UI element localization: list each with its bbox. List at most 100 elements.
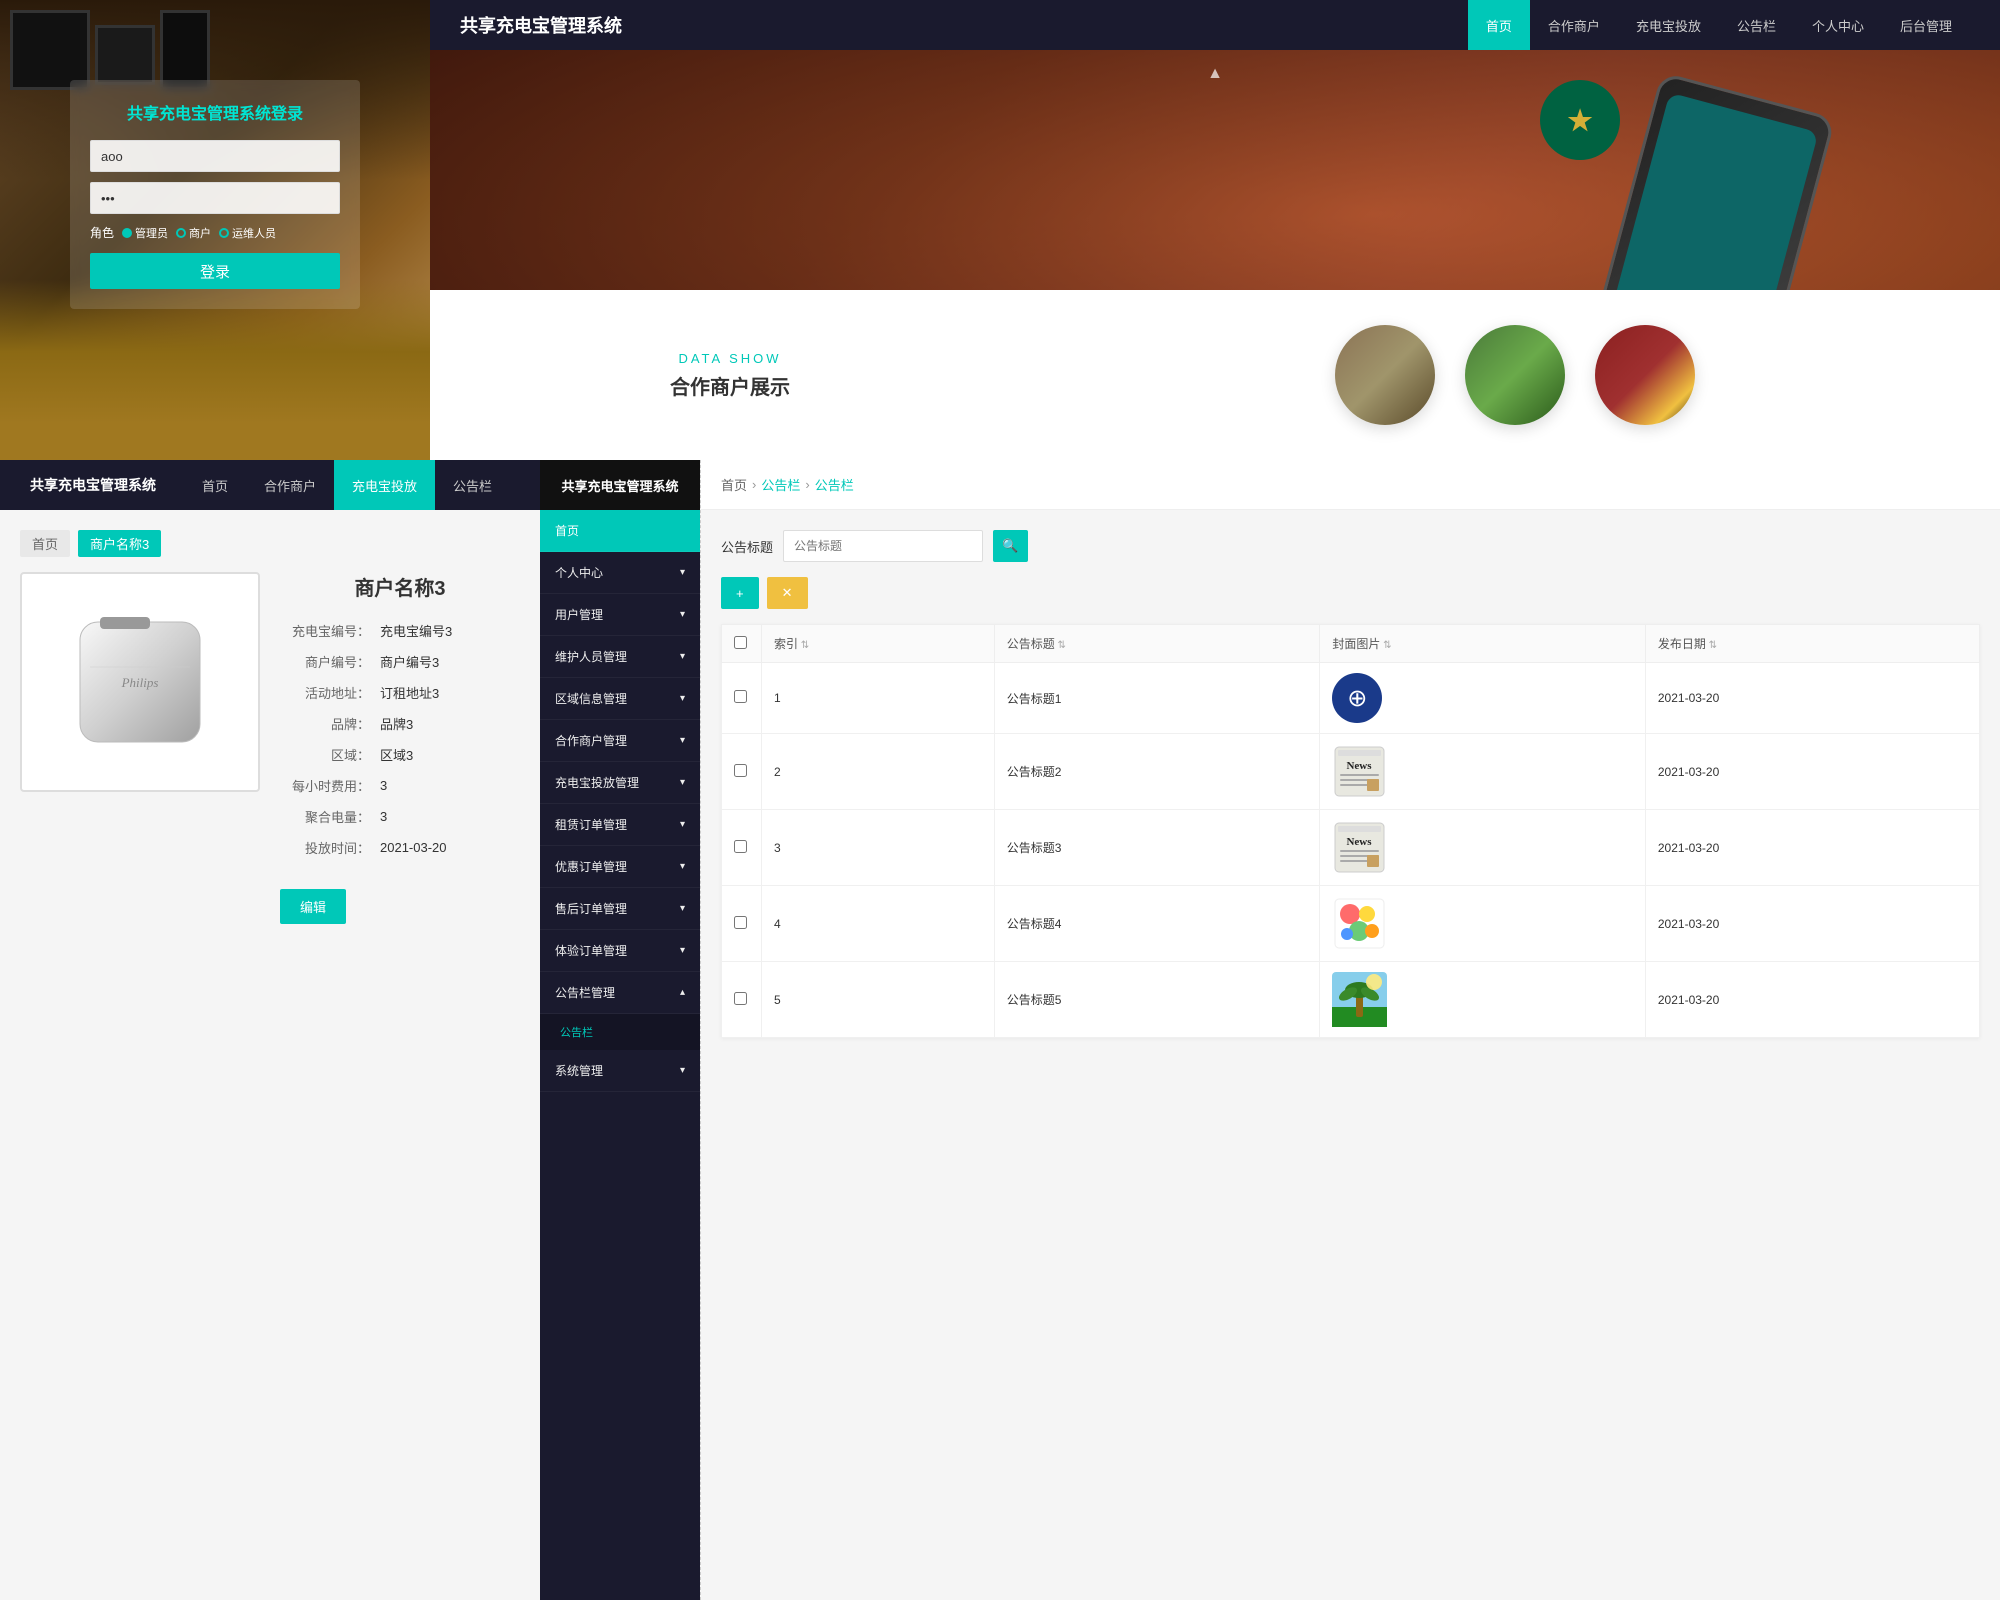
sidebar-sub-bulletin[interactable]: 公告栏 — [540, 1014, 700, 1050]
login-panel: 共享充电宝管理系统登录 角色 管理员 商户 运维人员 — [0, 0, 430, 460]
row-2-title: 公告标题2 — [994, 734, 1320, 810]
info-row-8: 投放时间： 2021-03-20 — [280, 838, 520, 857]
breadcrumb-merchant: 商户名称3 — [78, 530, 161, 557]
merchant-circle-2[interactable] — [1465, 325, 1565, 425]
sidebar-item-home[interactable]: 首页 — [540, 510, 700, 552]
sidebar-item-rental[interactable]: 租赁订单管理 — [540, 804, 700, 846]
charger-nav-charger[interactable]: 充电宝投放 — [334, 460, 435, 510]
row-1-title: 公告标题1 — [994, 663, 1320, 734]
filter-input[interactable] — [783, 530, 983, 562]
table-row: 2 公告标题2 News — [722, 734, 1980, 810]
username-input[interactable] — [90, 140, 340, 172]
charger-image: Philips — [50, 602, 230, 762]
news-thumb-svg-3: News — [1332, 820, 1387, 875]
info-value-mid: 商户编号3 — [380, 652, 439, 671]
nav-profile[interactable]: 个人中心 — [1794, 0, 1882, 50]
login-button[interactable]: 登录 — [90, 253, 340, 289]
charger-nav-home[interactable]: 首页 — [184, 460, 246, 510]
data-show-section: DATA SHOW 合作商户展示 — [430, 290, 2000, 460]
row-5-checkbox[interactable] — [734, 992, 747, 1005]
edit-button[interactable]: 编辑 — [280, 889, 346, 924]
row-5-date: 2021-03-20 — [1645, 962, 1979, 1038]
info-row-2: 商户编号： 商户编号3 — [280, 652, 520, 671]
starbucks-logo: ★ — [1540, 80, 1620, 160]
delete-button[interactable]: ✕ — [767, 577, 808, 609]
sidebar-item-area[interactable]: 区域信息管理 — [540, 678, 700, 720]
sidebar-item-trial[interactable]: 体验订单管理 — [540, 930, 700, 972]
add-button[interactable]: + — [721, 577, 759, 609]
row-2-index: 2 — [762, 734, 995, 810]
info-value-capacity: 3 — [380, 809, 387, 824]
row-2-thumb: News — [1320, 734, 1646, 810]
thumb-globe-1 — [1332, 673, 1382, 723]
th-thumbnail: 封面图片 — [1320, 625, 1646, 663]
password-input[interactable] — [90, 182, 340, 214]
data-show-title: 合作商户展示 — [450, 371, 1010, 400]
row-4-title: 公告标题4 — [994, 886, 1320, 962]
th-index: 索引 — [762, 625, 995, 663]
admin-content-header: 首页 › 公告栏 › 公告栏 — [701, 460, 2000, 510]
site-nav: 首页 合作商户 充电宝投放 公告栏 个人中心 后台管理 — [1468, 0, 1970, 50]
role-merchant[interactable]: 商户 — [176, 225, 211, 241]
row-4-checkbox[interactable] — [734, 916, 747, 929]
row-3-checkbox[interactable] — [734, 840, 747, 853]
nav-admin[interactable]: 后台管理 — [1882, 0, 1970, 50]
sidebar-item-charger-mgmt[interactable]: 充电宝投放管理 — [540, 762, 700, 804]
breadcrumb-home[interactable]: 首页 — [20, 530, 70, 557]
sidebar-item-users[interactable]: 用户管理 — [540, 594, 700, 636]
sidebar-item-bulletin-mgmt[interactable]: 公告栏管理 — [540, 972, 700, 1014]
info-row-3: 活动地址： 订租地址3 — [280, 683, 520, 702]
sidebar-item-profile[interactable]: 个人中心 — [540, 552, 700, 594]
role-ops-label: 运维人员 — [232, 225, 276, 241]
info-label-id: 充电宝编号： — [280, 621, 370, 640]
action-row: + ✕ — [721, 577, 1980, 609]
info-value-area: 区域3 — [380, 745, 413, 764]
row-2-checkbox[interactable] — [734, 764, 747, 777]
charger-nav-merchants[interactable]: 合作商户 — [246, 460, 334, 510]
info-row-5: 区域： 区域3 — [280, 745, 520, 764]
info-label-brand: 品牌： — [280, 714, 370, 733]
merchant-circle-3[interactable] — [1595, 325, 1695, 425]
radio-admin-dot — [122, 228, 132, 238]
charger-nav-bulletin[interactable]: 公告栏 — [435, 460, 510, 510]
nav-home[interactable]: 首页 — [1468, 0, 1530, 50]
svg-text:Philips: Philips — [121, 675, 159, 690]
row-1-checkbox[interactable] — [734, 690, 747, 703]
row-4-date: 2021-03-20 — [1645, 886, 1979, 962]
role-ops[interactable]: 运维人员 — [219, 225, 276, 241]
data-show-subtitle: DATA SHOW — [450, 351, 1010, 366]
table-row: 4 公告标题4 — [722, 886, 1980, 962]
sidebar-item-system[interactable]: 系统管理 — [540, 1050, 700, 1092]
filter-search-button[interactable]: 🔍 — [993, 530, 1028, 562]
news-thumb-svg-2: News — [1332, 744, 1387, 799]
row-4-index: 4 — [762, 886, 995, 962]
row-4-thumb — [1320, 886, 1646, 962]
role-admin[interactable]: 管理员 — [122, 225, 168, 241]
row-3-date: 2021-03-20 — [1645, 810, 1979, 886]
charger-image-box: Philips — [20, 572, 260, 792]
sidebar-item-ops[interactable]: 维护人员管理 — [540, 636, 700, 678]
info-value-brand: 品牌3 — [380, 714, 413, 733]
info-value-addr: 订租地址3 — [380, 683, 439, 702]
nav-merchants[interactable]: 合作商户 — [1530, 0, 1618, 50]
select-all-checkbox[interactable] — [734, 636, 747, 649]
admin-sidebar: 共享充电宝管理系统 首页 个人中心 用户管理 维护人员管理 区域信息管理 合作商… — [540, 460, 700, 1600]
merchant-circle-1[interactable] — [1335, 325, 1435, 425]
sidebar-item-aftersale[interactable]: 售后订单管理 — [540, 888, 700, 930]
sidebar-item-merchants[interactable]: 合作商户管理 — [540, 720, 700, 762]
hero-arrow-up[interactable]: ▲ — [1207, 65, 1223, 83]
sidebar-logo: 共享充电宝管理系统 — [540, 460, 700, 510]
role-merchant-label: 商户 — [189, 225, 211, 241]
nav-bulletin[interactable]: 公告栏 — [1719, 0, 1794, 50]
charger-info: 商户名称3 充电宝编号： 充电宝编号3 商户编号： 商户编号3 活动地址： 订租… — [280, 572, 520, 924]
sidebar-menu: 首页 个人中心 用户管理 维护人员管理 区域信息管理 合作商户管理 充电宝投放管… — [540, 510, 700, 1092]
login-title: 共享充电宝管理系统登录 — [90, 100, 340, 124]
charger-merchant-name: 商户名称3 — [280, 572, 520, 601]
site-header: 共享充电宝管理系统 首页 合作商户 充电宝投放 公告栏 个人中心 后台管理 — [430, 0, 2000, 50]
thumb-news-3: News — [1332, 820, 1387, 875]
breadcrumb: 首页 商户名称3 — [20, 530, 520, 557]
sidebar-item-promo[interactable]: 优惠订单管理 — [540, 846, 700, 888]
svg-text:News: News — [1347, 760, 1373, 772]
nav-charger[interactable]: 充电宝投放 — [1618, 0, 1719, 50]
row-3-index: 3 — [762, 810, 995, 886]
